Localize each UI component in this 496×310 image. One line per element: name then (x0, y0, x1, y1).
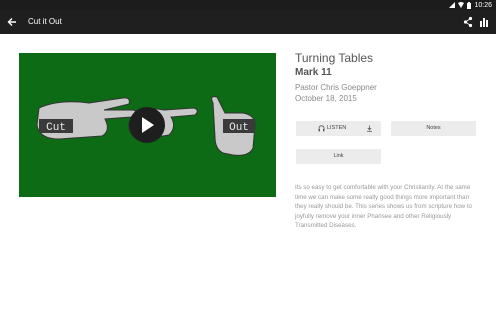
bar-chart-icon[interactable] (479, 16, 489, 28)
back-arrow-icon[interactable] (6, 15, 18, 29)
series-title: Turning Tables (295, 51, 374, 65)
wifi-icon (458, 2, 465, 8)
listen-button[interactable]: LISTEN (296, 121, 381, 136)
video-thumbnail: Cut Out (36, 96, 256, 156)
speaker-name: Pastor Chris Goeppner (295, 83, 377, 92)
signal-icon (449, 2, 456, 8)
status-bar: 10:26 (0, 0, 496, 10)
video-player[interactable]: Cut Out (19, 53, 276, 197)
headphones-icon (318, 125, 325, 132)
link-button[interactable]: Link (296, 149, 381, 164)
sermon-date: October 18, 2015 (295, 94, 357, 103)
play-button[interactable] (129, 107, 165, 143)
listen-label: LISTEN (327, 125, 347, 131)
battery-icon (467, 1, 472, 9)
svg-text:Cut: Cut (46, 122, 66, 134)
left-hand-graphic: Cut (36, 97, 137, 140)
svg-text:Out: Out (229, 122, 249, 134)
notes-button[interactable]: Notes (391, 121, 476, 136)
sermon-description: Its so easy to get comfortable with your… (295, 184, 472, 230)
sermon-passage: Mark 11 (295, 67, 332, 78)
status-icons: 10:26 (449, 0, 492, 10)
status-time: 10:26 (474, 1, 492, 9)
app-bar: Cut it Out (0, 10, 496, 34)
app-title: Cut it Out (28, 17, 62, 26)
download-icon[interactable] (366, 125, 373, 132)
share-icon[interactable] (463, 16, 473, 28)
right-hand-graphic: Out (211, 96, 256, 156)
